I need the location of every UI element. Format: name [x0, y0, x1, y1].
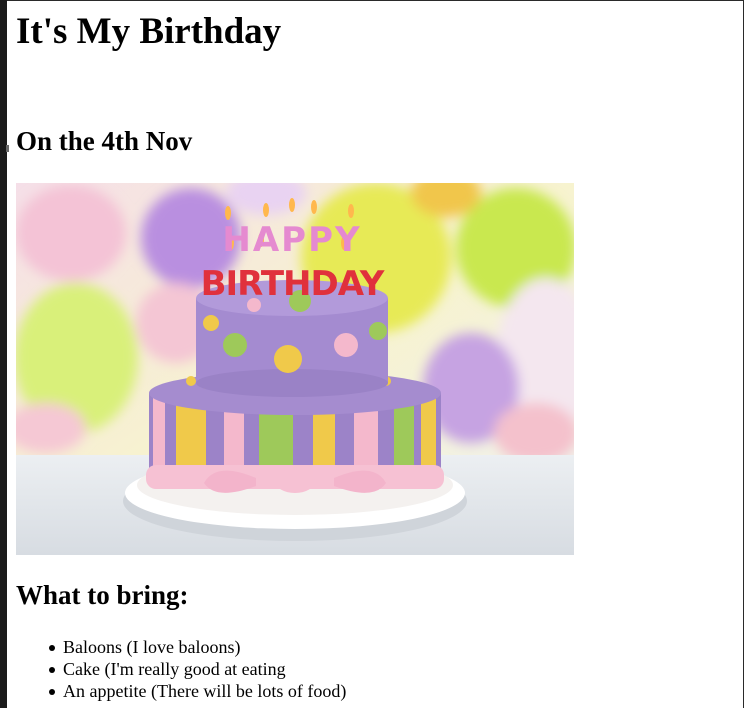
cake-text-happy: HAPPY: [222, 220, 361, 260]
bring-list: Baloons (I love baloons) Cake (I'm reall…: [16, 636, 346, 702]
page-title: It's My Birthday: [16, 11, 282, 52]
list-item: An appetite (There will be lots of food): [16, 680, 346, 702]
window-top-border: [0, 0, 744, 1]
list-item: Baloons (I love baloons): [16, 636, 346, 658]
bring-heading: What to bring:: [16, 580, 189, 610]
list-item: Cake (I'm really good at eating: [16, 658, 346, 680]
resize-marker: [6, 145, 9, 152]
cake-text-birthday: BIRTHDAY: [201, 264, 385, 304]
window-left-border: [0, 0, 9, 708]
birthday-cake-image: HAPPY BIRTHDAY: [16, 183, 574, 555]
date-heading: On the 4th Nov: [16, 126, 193, 156]
